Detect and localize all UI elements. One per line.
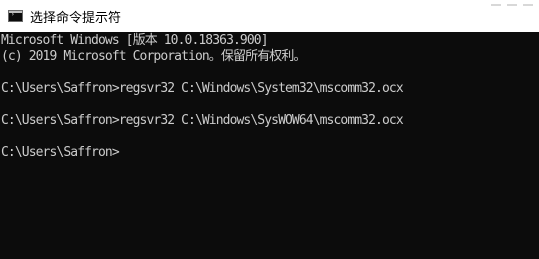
console-line-command-2: C:\Users\Saffron>regsvr32 C:\Windows\Sys… xyxy=(1,113,404,128)
minimize-button[interactable] xyxy=(491,4,501,6)
console-line-prompt: C:\Users\Saffron> xyxy=(1,145,120,160)
window-controls xyxy=(473,2,533,8)
title-bar[interactable]: › 选择命令提示符 xyxy=(0,0,539,32)
maximize-button[interactable] xyxy=(507,4,517,6)
command-prompt-window: › 选择命令提示符 Microsoft Windows [版本 10.0.183… xyxy=(0,0,539,259)
window-title: 选择命令提示符 xyxy=(30,10,122,26)
console-line-command-1: C:\Users\Saffron>regsvr32 C:\Windows\Sys… xyxy=(1,81,404,96)
console-line-version: Microsoft Windows [版本 10.0.18363.900] xyxy=(1,33,269,48)
cmd-icon[interactable]: › xyxy=(8,10,23,22)
close-button[interactable] xyxy=(523,4,533,6)
console-output[interactable]: Microsoft Windows [版本 10.0.18363.900] (c… xyxy=(0,32,539,259)
cmd-icon-prompt: › xyxy=(11,11,15,18)
console-line-copyright: (c) 2019 Microsoft Corporation。保留所有权利。 xyxy=(1,49,307,64)
